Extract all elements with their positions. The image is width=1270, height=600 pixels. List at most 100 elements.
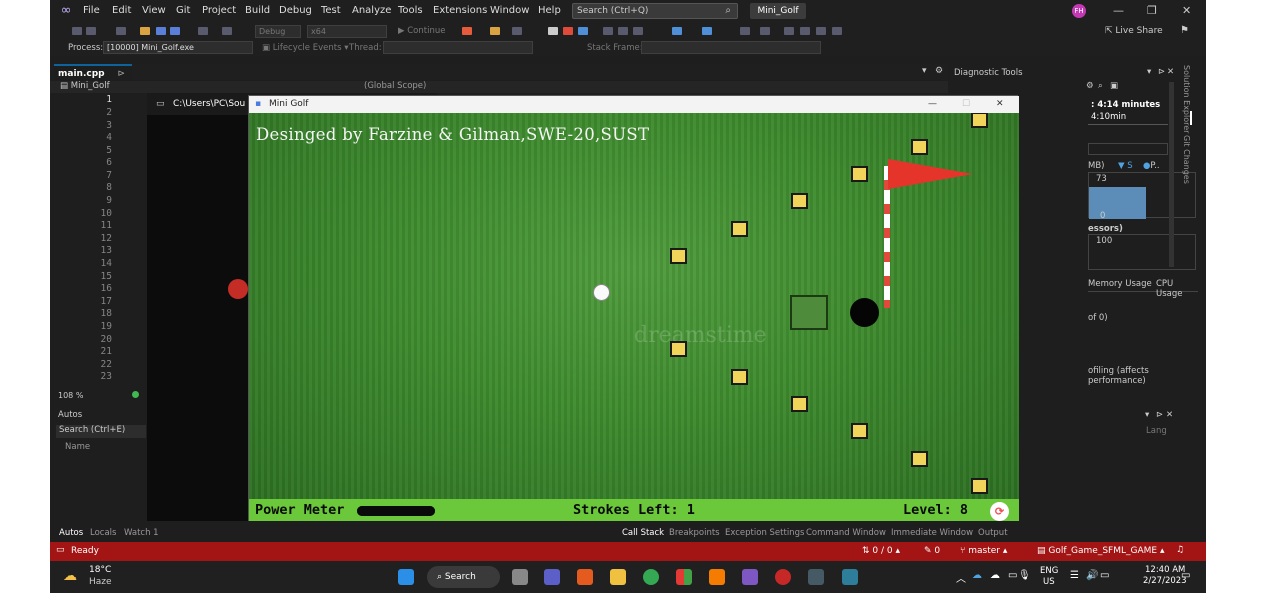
tab-immediate-window[interactable]: Immediate Window [891,528,973,538]
bookmark-clear-icon[interactable] [832,27,842,35]
nav-forward-icon[interactable] [86,27,96,35]
visual-studio-icon[interactable] [742,569,758,585]
diag-settings-icon[interactable]: ⚙ [1086,81,1094,91]
weather-icon[interactable]: ☁ [63,568,77,584]
menu-view[interactable]: View [142,5,166,16]
tab-watch1[interactable]: Watch 1 [124,528,159,538]
volume-icon[interactable]: 🔊 [1086,570,1098,581]
hot-reload-icon[interactable] [462,27,472,35]
diag-scrollbar[interactable] [1169,82,1174,267]
tray-overflow-icon[interactable]: ︿ [956,570,966,585]
config-dropdown[interactable]: Debug [255,25,301,38]
restart-icon[interactable]: ⟳ [990,502,1009,521]
game-close-icon[interactable]: ✕ [996,96,1004,113]
stop-icon[interactable] [563,27,573,35]
panel2-close-icon[interactable]: ✕ [1166,410,1173,420]
menu-debug[interactable]: Debug [279,5,312,16]
input-language[interactable]: ENG [1040,566,1058,576]
pause-icon[interactable] [548,27,558,35]
stack-frame-dropdown[interactable] [641,41,821,54]
bookmark-toggle-icon[interactable] [784,27,794,35]
menu-project[interactable]: Project [202,5,236,16]
battery-status-icon[interactable]: ▭ [1100,570,1109,581]
menu-analyze[interactable]: Analyze [352,5,391,16]
indent-icon[interactable] [740,27,750,35]
menu-edit[interactable]: Edit [112,5,131,16]
save-icon[interactable] [156,27,166,35]
notification-center-icon[interactable]: ▭ [1181,570,1190,581]
menu-tools[interactable]: Tools [398,5,423,16]
tab-cpu-usage[interactable]: CPU Usage [1156,279,1198,299]
tab-exception-settings[interactable]: Exception Settings [725,528,804,538]
tab-call-stack[interactable]: Call Stack [622,528,664,538]
no-issues-icon[interactable] [132,391,139,398]
diag-dropdown-icon[interactable]: ▾ [1147,67,1151,77]
pending-edits[interactable]: ✎ 0 [924,546,940,556]
live-share-button[interactable]: ⇱ Live Share [1105,26,1163,36]
menu-help[interactable]: Help [538,5,561,16]
redo-icon[interactable] [222,27,232,35]
solution-explorer-tab[interactable]: Solution Explorer [1182,65,1191,133]
golf-ball[interactable] [593,284,610,301]
editor-settings-icon[interactable]: ⚙ [935,66,943,76]
nav-back-icon[interactable] [72,27,82,35]
platform-dropdown[interactable]: x64 [307,25,387,38]
record-app-icon[interactable] [775,569,791,585]
avatar[interactable]: FH [1072,4,1086,18]
branch-selector[interactable]: ⑂ master ▴ [960,546,1007,556]
restore-icon[interactable]: ❐ [1147,4,1157,17]
weather-temperature[interactable]: 18°C [89,565,111,575]
new-item-icon[interactable] [116,27,126,35]
step-into-icon[interactable] [603,27,613,35]
menu-window[interactable]: Window [490,5,529,16]
panel2-pin-icon[interactable]: ⊳ [1156,410,1163,420]
project-scope-dropdown[interactable]: ▤ Mini_Golf [60,81,110,91]
taskbar-search-button[interactable]: ⌕ Search [427,566,500,588]
step-out-icon[interactable] [633,27,643,35]
panel2-dropdown-icon[interactable]: ▾ [1145,410,1149,420]
layout-icon[interactable] [512,27,522,35]
menu-build[interactable]: Build [245,5,270,16]
undo-icon[interactable] [198,27,208,35]
source-control-changes[interactable]: ⇅ 0 / 0 ▴ [862,546,900,556]
terminal-icon[interactable] [808,569,824,585]
teams-chat-icon[interactable] [544,569,560,585]
file-explorer-icon[interactable] [610,569,626,585]
tab-autos[interactable]: Autos [59,528,83,538]
cloud-icon[interactable]: ☁ [990,570,1000,581]
tab-command-window[interactable]: Command Window [806,528,886,538]
chrome-icon[interactable] [643,569,659,585]
outdent-icon[interactable] [760,27,770,35]
diagnostics-icon[interactable] [672,27,682,35]
microsoft-store-icon[interactable] [676,569,692,585]
bookmark-icon[interactable] [702,27,712,35]
start-icon[interactable] [398,569,414,585]
autos-search-input[interactable]: Search (Ctrl+E) [56,425,146,438]
tab-main-cpp[interactable]: main.cpp ⊳ ✕ [54,64,132,95]
battery-icon[interactable]: ▭ [1008,570,1017,581]
minimize-icon[interactable]: — [1113,4,1124,17]
open-folder-icon[interactable] [140,27,150,35]
lifecycle-events-button[interactable]: ▣ Lifecycle Events ▾ [262,43,348,53]
close-icon[interactable]: ✕ [1182,4,1191,17]
save-all-icon[interactable] [170,27,180,35]
menu-git[interactable]: Git [176,5,190,16]
task-view-icon[interactable] [512,569,528,585]
wifi-icon[interactable]: ☰ [1070,570,1079,581]
tab-output[interactable]: Output [978,528,1008,538]
notifications-icon[interactable]: ♫ [1176,545,1184,555]
tab-breakpoints[interactable]: Breakpoints [669,528,720,538]
bookmark-next-icon[interactable] [816,27,826,35]
tab-locals[interactable]: Locals [90,528,116,538]
step-over-icon[interactable] [618,27,628,35]
clock-time[interactable]: 12:40 AM [1145,565,1185,575]
process-dropdown[interactable]: [10000] Mini_Golf.exe [103,41,253,54]
zoom-indicator[interactable]: 108 % [50,391,145,401]
sublime-text-icon[interactable] [709,569,725,585]
microphone-icon[interactable]: 🎙 [1018,570,1031,581]
diag-pin-icon[interactable]: ⊳ [1158,67,1165,77]
profiling-option[interactable]: ofiling (affects performance) [1088,366,1174,386]
diag-snapshot-icon[interactable]: ▣ [1110,81,1118,91]
git-changes-tab[interactable]: Git Changes [1182,135,1191,184]
vs-search-input[interactable]: Search (Ctrl+Q) ⌕ [572,3,738,19]
